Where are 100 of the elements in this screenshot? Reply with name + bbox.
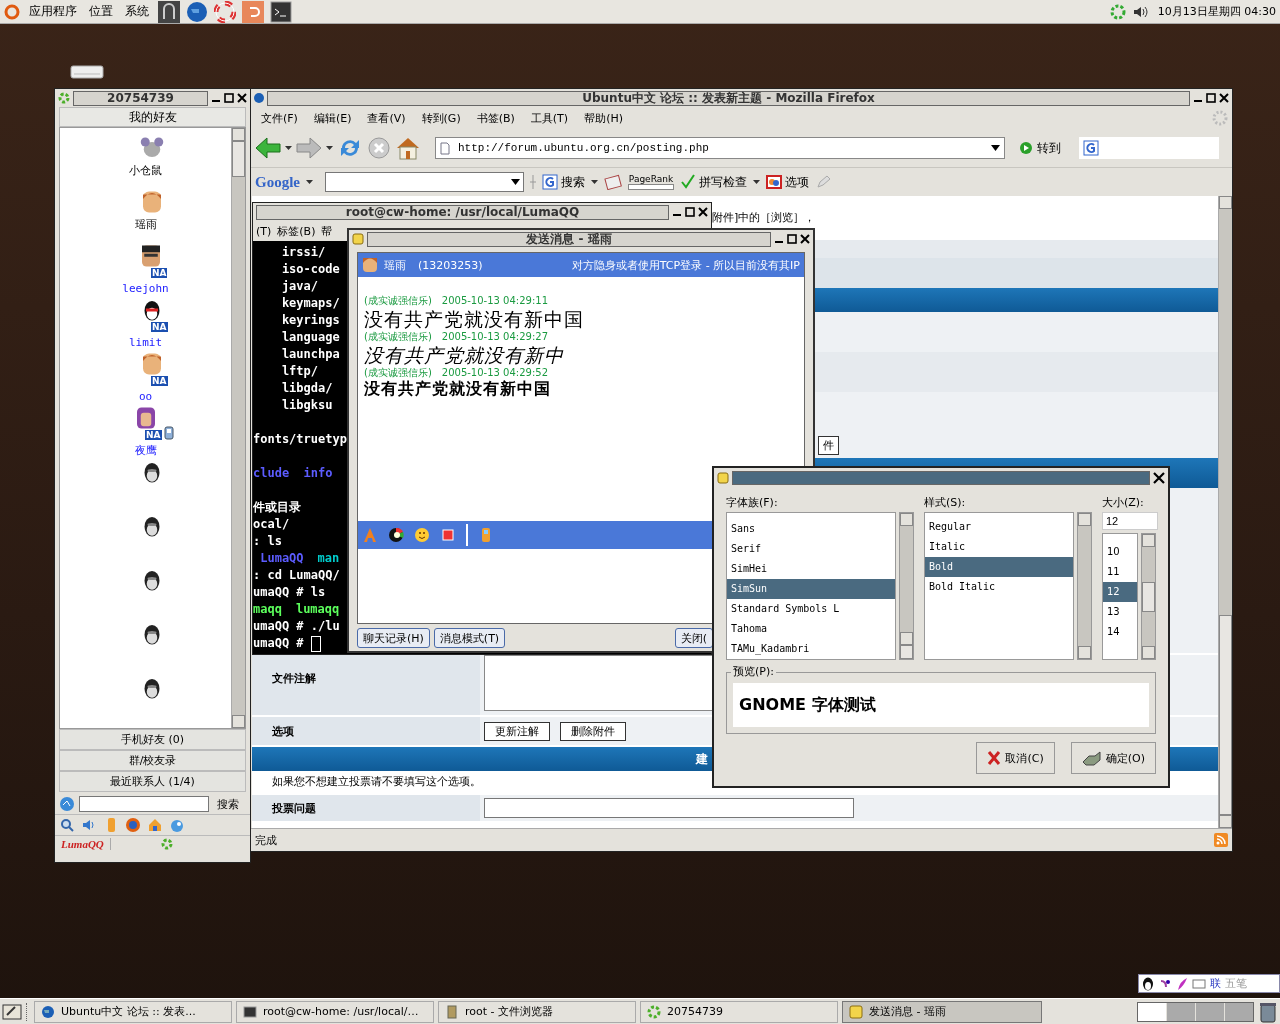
dropdown-arrow-icon[interactable] bbox=[326, 146, 333, 150]
smiley-icon[interactable] bbox=[414, 527, 430, 543]
maximize-icon[interactable] bbox=[685, 207, 695, 217]
scrollbar[interactable] bbox=[898, 512, 914, 660]
list-item[interactable]: SimHei bbox=[727, 559, 895, 579]
search-button[interactable]: 搜索 bbox=[217, 796, 239, 812]
options-button[interactable]: 选项 bbox=[766, 173, 809, 191]
size-field[interactable]: 12 bbox=[1102, 512, 1158, 530]
home-icon[interactable] bbox=[395, 136, 421, 160]
input-method-label[interactable]: 联 bbox=[1210, 976, 1221, 991]
scrollbar[interactable] bbox=[1077, 512, 1092, 660]
menu-item[interactable]: 位置 bbox=[86, 3, 116, 20]
group-header[interactable]: 手机好友 (0) bbox=[59, 729, 246, 750]
poll-question-field[interactable] bbox=[484, 798, 854, 818]
close-icon[interactable] bbox=[1219, 93, 1229, 103]
taskbar-item[interactable]: 发送消息 - 瑶雨 bbox=[842, 1000, 1042, 1023]
list-item[interactable]: Sans bbox=[727, 519, 895, 539]
search-field[interactable] bbox=[1079, 137, 1219, 159]
chat-button[interactable]: 消息模式(T) bbox=[433, 628, 506, 648]
go-button[interactable]: 转到 bbox=[1019, 139, 1061, 157]
attach-button[interactable]: 件 bbox=[818, 435, 839, 455]
contact-name[interactable]: leejohn bbox=[122, 282, 169, 296]
taskbar-item[interactable]: 20754739 bbox=[640, 1000, 838, 1023]
list-item[interactable]: Bold Italic bbox=[924, 577, 1073, 597]
workspace-switcher[interactable] bbox=[1137, 1001, 1254, 1022]
form-button[interactable]: 更新注解 bbox=[484, 721, 550, 741]
globe-icon[interactable] bbox=[186, 0, 208, 23]
menu-item[interactable]: 帮 bbox=[318, 223, 336, 239]
maximize-icon[interactable] bbox=[224, 93, 234, 103]
list-item[interactable]: 10 bbox=[1103, 542, 1137, 562]
google-logo[interactable]: Google bbox=[255, 173, 300, 191]
group-header[interactable]: 群/校友录 bbox=[59, 750, 246, 771]
penguin-icon[interactable] bbox=[1142, 976, 1154, 991]
close-icon[interactable] bbox=[237, 93, 247, 103]
maximize-icon[interactable] bbox=[787, 234, 797, 244]
menu-item[interactable]: 系统 bbox=[122, 3, 152, 20]
ok-button[interactable]: 确定(O) bbox=[1070, 742, 1156, 774]
cancel-button[interactable]: 取消(C) bbox=[976, 742, 1055, 774]
list-item[interactable]: 12 bbox=[1103, 582, 1137, 602]
show-desktop-icon[interactable] bbox=[2, 1002, 22, 1021]
search-button[interactable]: 搜索 bbox=[542, 173, 585, 191]
list-item[interactable]: SimSun bbox=[727, 579, 895, 599]
menu-item[interactable]: 标签(B) bbox=[274, 223, 319, 239]
menu-item[interactable]: 转到(G) bbox=[415, 110, 467, 126]
search-field[interactable] bbox=[325, 172, 524, 192]
taskbar-item[interactable]: root@cw-home: /usr/local/… bbox=[236, 1000, 434, 1023]
search-field[interactable] bbox=[79, 796, 209, 812]
dropdown-arrow-icon[interactable] bbox=[753, 180, 760, 184]
menu-item[interactable]: 文件(F) bbox=[255, 110, 304, 126]
quill-icon[interactable] bbox=[1176, 976, 1188, 991]
list-item[interactable]: Tahoma bbox=[727, 619, 895, 639]
menu-item[interactable]: (T) bbox=[253, 224, 275, 238]
menu-item[interactable]: 编辑(E) bbox=[307, 110, 358, 126]
close-icon[interactable] bbox=[1153, 472, 1165, 484]
address-bar[interactable]: http://forum.ubuntu.org.cn/posting.php bbox=[435, 137, 1005, 159]
menu-item[interactable]: 帮助(H) bbox=[578, 110, 629, 126]
list-item[interactable]: Serif bbox=[727, 539, 895, 559]
taskbar-item[interactable]: Ubuntu中文 论坛 :: 发表... bbox=[34, 1000, 232, 1023]
scrollbar[interactable] bbox=[1141, 533, 1156, 660]
maximize-icon[interactable] bbox=[1206, 93, 1216, 103]
dropdown-arrow-icon[interactable] bbox=[306, 180, 313, 184]
globe-icon[interactable] bbox=[125, 817, 141, 833]
dropdown-arrow-icon[interactable] bbox=[991, 145, 1000, 151]
back-arrow-icon[interactable] bbox=[255, 137, 281, 159]
list-item[interactable]: 14 bbox=[1103, 622, 1137, 642]
close-icon[interactable] bbox=[800, 234, 810, 244]
undo-icon[interactable] bbox=[242, 0, 264, 23]
lifebuoy-icon[interactable] bbox=[214, 0, 236, 23]
trash-icon[interactable] bbox=[1258, 1000, 1278, 1023]
list-item[interactable]: 11 bbox=[1103, 562, 1137, 582]
list-item[interactable]: Italic bbox=[924, 537, 1073, 557]
list-item[interactable]: TAMu_Kadambri bbox=[727, 639, 895, 659]
list-item[interactable]: 13 bbox=[1103, 602, 1137, 622]
list-item[interactable]: Bold bbox=[924, 557, 1073, 577]
clock[interactable]: 10月13日星期四 04:30 bbox=[1157, 4, 1276, 19]
contact-name[interactable]: limit bbox=[128, 336, 163, 350]
menu-item[interactable]: 工具(T) bbox=[524, 110, 575, 126]
group-header[interactable]: 最近联系人 (1/4) bbox=[59, 771, 246, 792]
globe-icon[interactable] bbox=[59, 796, 75, 812]
magnifier-icon[interactable] bbox=[59, 817, 75, 833]
menu-item[interactable]: 应用程序 bbox=[26, 3, 80, 20]
color-wheel-icon[interactable] bbox=[388, 527, 404, 543]
menu-item[interactable]: 查看(V) bbox=[361, 110, 412, 126]
taskbar-item[interactable]: root - 文件浏览器 bbox=[438, 1000, 636, 1023]
pagerank-meter[interactable]: PageRank bbox=[628, 174, 674, 190]
contact-name[interactable]: 小仓鼠 bbox=[129, 164, 162, 178]
menu-item[interactable]: 书签(B) bbox=[470, 110, 521, 126]
close-button[interactable]: 关闭( bbox=[674, 628, 713, 648]
chat-button[interactable]: 聊天记录(H) bbox=[357, 628, 430, 648]
form-button[interactable]: 删除附件 bbox=[560, 721, 626, 741]
scrollbar[interactable] bbox=[1218, 196, 1232, 828]
list-item[interactable]: Standard Symbols L bbox=[727, 599, 895, 619]
spellcheck-button[interactable]: 拼写检查 bbox=[680, 173, 747, 191]
group-header[interactable]: 我的好友 bbox=[59, 107, 246, 127]
dropdown-arrow-icon[interactable] bbox=[591, 180, 598, 184]
drive-icon[interactable] bbox=[70, 64, 104, 80]
contact-name[interactable]: 瑶雨 bbox=[134, 218, 157, 232]
close-icon[interactable] bbox=[698, 207, 708, 217]
preview-text[interactable]: GNOME 字体测试 bbox=[733, 683, 1149, 727]
dropdown-arrow-icon[interactable] bbox=[511, 179, 520, 185]
